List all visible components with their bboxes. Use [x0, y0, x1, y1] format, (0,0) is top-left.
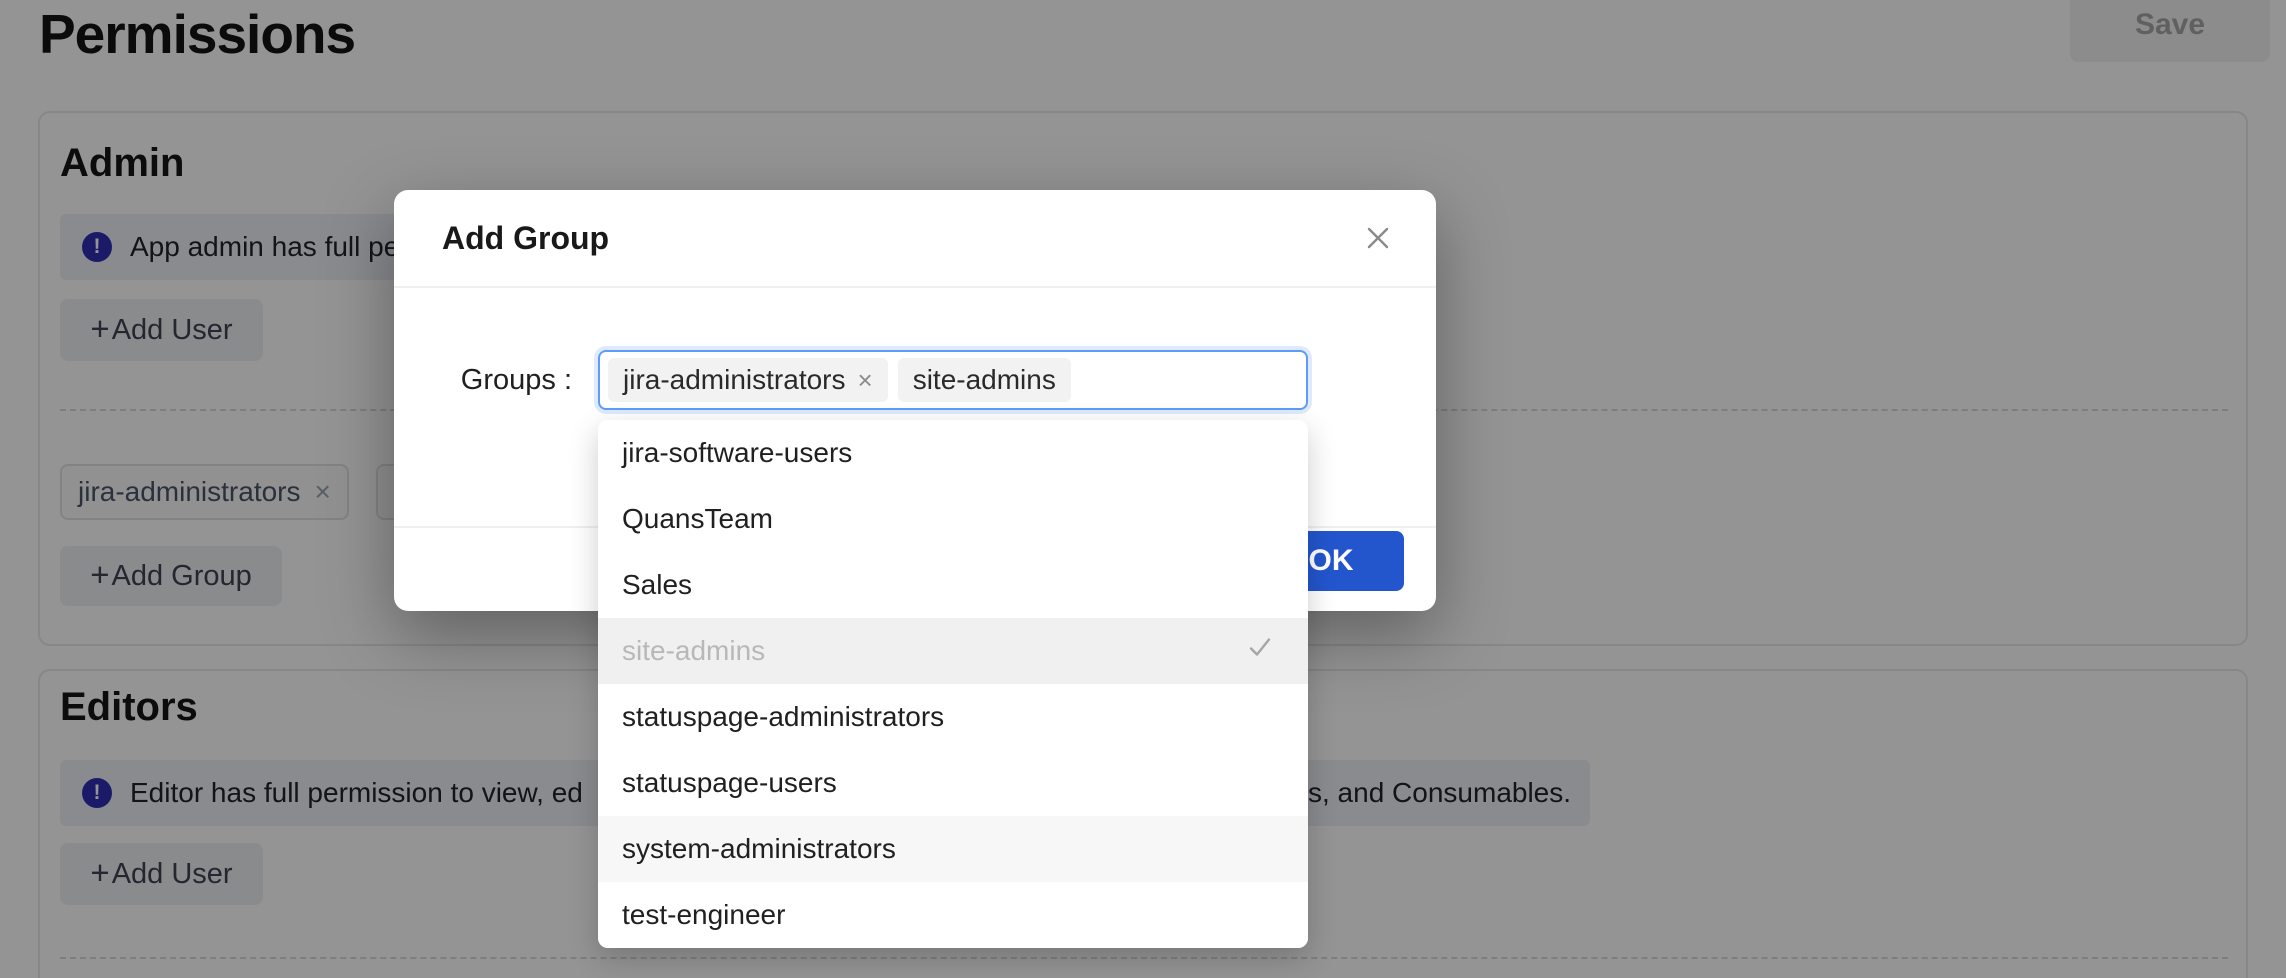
dropdown-option[interactable]: Sales — [598, 552, 1308, 618]
dropdown-option[interactable]: statuspage-users — [598, 750, 1308, 816]
modal-header-divider — [394, 286, 1436, 288]
checkmark-icon — [1246, 634, 1274, 669]
groups-multiselect-input[interactable]: jira-administrators × site-admins — [598, 350, 1308, 410]
option-label: site-admins — [622, 635, 765, 667]
dropdown-option-selected[interactable]: site-admins — [598, 618, 1308, 684]
selected-tag[interactable]: jira-administrators × — [608, 358, 888, 402]
tag-remove-icon[interactable]: × — [858, 365, 873, 396]
tag-label: jira-administrators — [623, 364, 846, 396]
dropdown-option[interactable]: jira-software-users — [598, 420, 1308, 486]
dropdown-option[interactable]: system-administrators — [598, 816, 1308, 882]
tag-label: site-admins — [913, 364, 1056, 396]
modal-title: Add Group — [442, 220, 609, 257]
permissions-page: Permissions Save Admin ! App admin has f… — [0, 0, 2286, 978]
dropdown-option[interactable]: test-engineer — [598, 882, 1308, 948]
close-icon[interactable] — [1360, 220, 1396, 256]
dropdown-option[interactable]: QuansTeam — [598, 486, 1308, 552]
selected-tag[interactable]: site-admins — [898, 358, 1071, 402]
dropdown-option[interactable]: statuspage-administrators — [598, 684, 1308, 750]
groups-dropdown-list[interactable]: jira-software-users QuansTeam Sales site… — [598, 420, 1308, 948]
groups-field-label: Groups : — [394, 350, 572, 410]
